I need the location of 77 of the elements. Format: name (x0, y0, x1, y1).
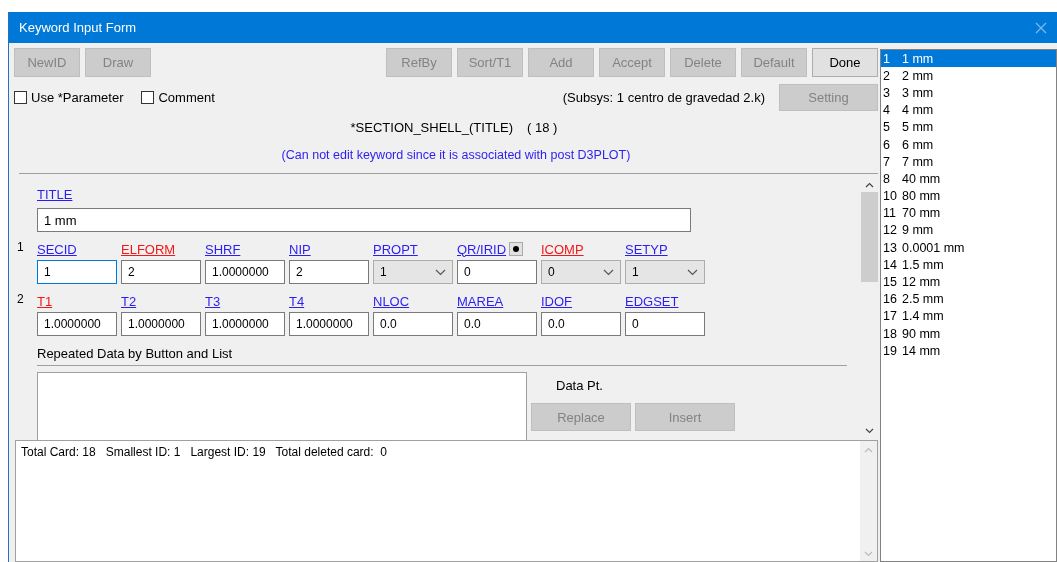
field-label-link[interactable]: SHRF (205, 241, 241, 257)
field-label-link[interactable]: NLOC (373, 293, 410, 309)
chevron-down-icon[interactable] (865, 428, 874, 434)
field-label-link[interactable]: ELFORM (121, 241, 176, 257)
keyword-name: *SECTION_SHELL_(TITLE) (350, 120, 514, 135)
list-item[interactable]: 11 70 mm (881, 204, 1056, 222)
field-label-link[interactable]: T1 (37, 293, 53, 309)
card-count: ( 18 ) (527, 120, 558, 135)
list-item[interactable]: 14 1.5 mm (881, 256, 1056, 274)
list-item[interactable]: 3 3 mm (881, 84, 1056, 102)
list-item[interactable]: 7 7 mm (881, 153, 1056, 171)
dropdown[interactable]: 0 (541, 260, 621, 284)
data-point-label: Data Pt. (556, 378, 604, 395)
field-label-link[interactable]: NIP (289, 241, 311, 257)
section-title: Repeated Data by Button and List (37, 346, 233, 361)
input-field[interactable]: 2 (121, 260, 201, 284)
checkbox-label[interactable]: Use *Parameter (31, 90, 124, 105)
chevron-down-icon (435, 268, 446, 276)
checkbox-label[interactable]: Comment (158, 90, 215, 105)
input-field[interactable]: 1.0000000 (205, 260, 285, 284)
list-item[interactable]: 8 40 mm (881, 170, 1056, 188)
field-label-link[interactable]: TITLE (37, 187, 73, 202)
list-item[interactable]: 6 6 mm (881, 135, 1056, 154)
input-field[interactable]: 0.0 (457, 312, 537, 336)
list-item[interactable]: 17 1.4 mm (881, 307, 1056, 325)
scroll-thumb[interactable] (861, 192, 878, 282)
card-number: 2 (17, 292, 25, 308)
input-field[interactable]: 1.0000000 (205, 312, 285, 336)
chevron-down-icon (687, 268, 698, 276)
checkbox[interactable] (14, 91, 27, 104)
field-label-link[interactable]: EDGSET (625, 293, 679, 309)
field-label-link[interactable]: T2 (121, 293, 137, 309)
title-field[interactable]: 1 mm (37, 208, 691, 232)
list-item[interactable]: 2 2 mm (881, 67, 1056, 85)
field-label-link[interactable]: QR/IRID (457, 241, 507, 257)
field-label-link[interactable]: IDOF (541, 293, 573, 309)
input-field[interactable]: 0 (457, 260, 537, 284)
list-item[interactable]: 19 14 mm (881, 342, 1056, 360)
field-label-link[interactable]: SECID (37, 241, 77, 257)
list-item[interactable]: 5 5 mm (881, 118, 1056, 136)
chevron-up-icon[interactable] (865, 182, 874, 188)
chevron-down-icon (603, 268, 614, 276)
list-item[interactable]: 10 80 mm (881, 187, 1056, 205)
input-field[interactable]: 1.0000000 (37, 312, 117, 336)
picker-button[interactable] (509, 242, 524, 256)
field-label-link[interactable]: MAREA (457, 293, 504, 309)
list-item[interactable]: 1 1 mm (881, 50, 1056, 68)
dropdown[interactable]: 1 (625, 260, 705, 284)
id-list[interactable]: 1 1 mm 2 2 mm 3 3 mm 4 4 mm 5 5 mm 6 6 mm 7 7 mm 8 40 mm 10 80 mm 11 70 mm 12 9 mm 13 0.0001 mm 14 1.5 mm 15 12 mm 16 2.5 mm 17 1.4 mm 18 90 mm 19 14 mm (880, 49, 1057, 562)
card-number: 1 (17, 240, 25, 256)
checkbox[interactable] (141, 91, 155, 104)
field-label-link[interactable]: T4 (289, 293, 305, 309)
input-field[interactable]: 1.0000000 (289, 312, 369, 336)
field-label-link[interactable]: PROPT (373, 241, 418, 257)
list-item[interactable]: 12 9 mm (881, 221, 1056, 240)
input-field[interactable]: 0 (625, 312, 705, 336)
list-item[interactable]: 13 0.0001 mm (881, 239, 1056, 257)
list-item[interactable]: 18 90 mm (881, 325, 1056, 343)
list-item[interactable]: 15 12 mm (881, 273, 1056, 291)
subsystem-label: (Subsys: 1 centro de gravedad 2.k) (562, 90, 765, 105)
input-field[interactable]: 0.0 (541, 312, 621, 336)
input-field[interactable]: 1.0000000 (121, 312, 201, 336)
form-button[interactable]: Done (812, 48, 878, 77)
list-item[interactable]: 4 4 mm (881, 101, 1056, 119)
input-field[interactable]: 2 (289, 260, 369, 284)
list-item[interactable]: 16 2.5 mm (881, 290, 1056, 308)
dropdown[interactable]: 1 (373, 260, 453, 284)
input-field[interactable]: 1 (37, 260, 117, 284)
notice-text: (Can not edit keyword since it is associated with post D3PLOT) (280, 148, 632, 162)
field-label-link[interactable]: T3 (205, 293, 221, 309)
field-label-link[interactable]: SETYP (625, 241, 668, 257)
input-field[interactable]: 0.0 (373, 312, 453, 336)
close-icon[interactable] (1035, 21, 1047, 34)
status-text: Total Card: 18 Smallest ID: 1 Largest ID: 19 Total deleted card: 0 (20, 444, 388, 461)
field-label-link[interactable]: ICOMP (541, 241, 584, 257)
dot-icon (513, 246, 520, 252)
window-title: Keyword Input Form (19, 20, 137, 35)
